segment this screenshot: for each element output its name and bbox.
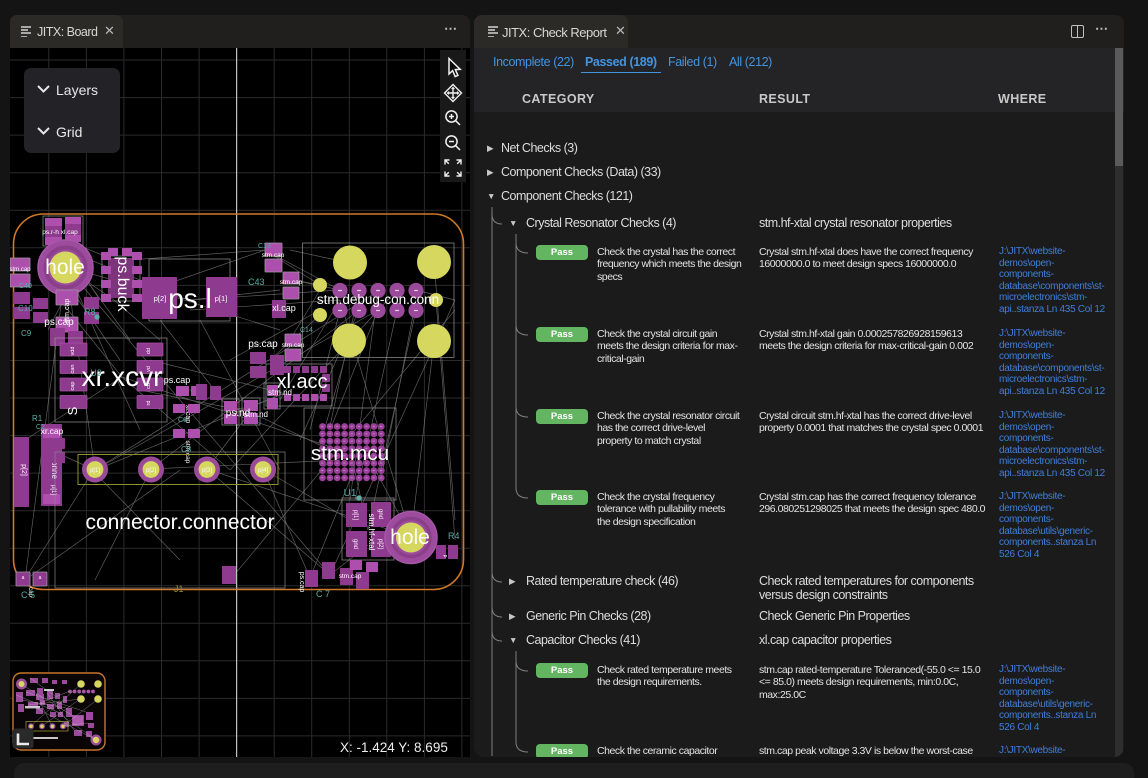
svg-text:p[2]: p[2] (146, 468, 156, 474)
svg-text:stm.nd: stm.nd (244, 410, 268, 419)
svg-text:ps.cap: ps.cap (298, 572, 305, 593)
svg-text:stm.cap: stm.cap (280, 279, 303, 286)
svg-text:ps.l: ps.l (168, 283, 212, 314)
svg-text:stm.mcu: stm.mcu (311, 442, 389, 465)
svg-text:p[2]: p[2] (377, 539, 383, 549)
svg-text:hole: hole (390, 526, 430, 549)
svg-text:C14: C14 (300, 327, 313, 334)
svg-text:stm.cap: stm.cap (262, 252, 285, 259)
svg-text:C9: C9 (21, 329, 32, 338)
svg-text:vdd: vdd (70, 347, 76, 356)
svg-text:C6: C6 (178, 417, 187, 424)
svg-text:C 7: C 7 (316, 589, 330, 599)
svg-text:stm.nd: stm.nd (268, 388, 292, 397)
svg-text:xl.cap: xl.cap (272, 303, 296, 313)
svg-text:R4: R4 (448, 531, 460, 541)
svg-text:can: can (70, 365, 76, 374)
svg-text:p[1]: p[1] (215, 294, 228, 303)
svg-text:ps.buck: ps.buck (114, 256, 131, 312)
svg-text:stm.cap: stm.cap (339, 573, 362, 580)
svg-text:p[1]: p[1] (352, 510, 358, 520)
svg-text:ps.cap: ps.cap (44, 317, 74, 328)
svg-text:R1: R1 (32, 414, 43, 423)
svg-text:X: -1.424 Y: 8.695: X: -1.424 Y: 8.695 (340, 740, 448, 755)
svg-text:U1: U1 (344, 488, 357, 499)
svg-text:stm.cap: stm.cap (10, 267, 31, 273)
svg-text:p[2]: p[2] (154, 294, 167, 303)
svg-text:stm.debug-con.conn: stm.debug-con.conn (317, 292, 439, 307)
svg-text:C10: C10 (18, 304, 33, 313)
svg-text:ps.r-h xl.cap: ps.r-h xl.cap (42, 229, 78, 236)
svg-text:Grid: Grid (56, 124, 82, 140)
svg-text:C 5: C 5 (21, 590, 35, 600)
svg-text:ps.cap: ps.cap (164, 375, 191, 385)
svg-text:C13: C13 (258, 243, 271, 250)
svg-text:rd: rd (146, 401, 152, 406)
svg-text:cap: cap (70, 382, 76, 391)
svg-text:a: a (22, 575, 25, 581)
svg-text:connector.connector: connector.connector (85, 511, 274, 534)
svg-text:C40: C40 (19, 283, 32, 290)
svg-text:gnd: gnd (377, 509, 383, 519)
svg-text:Layers: Layers (56, 82, 98, 98)
svg-text:U2: U2 (90, 368, 102, 378)
svg-text:gnd: gnd (352, 539, 358, 549)
svg-text:p[1]: p[1] (90, 468, 100, 474)
svg-text:ps.cap: ps.cap (248, 339, 278, 350)
svg-text:C2: C2 (36, 424, 45, 431)
svg-text:p[2]: p[2] (20, 464, 27, 476)
svg-text:p: p (442, 555, 448, 558)
svg-text:S: S (65, 406, 80, 415)
svg-text:R8: R8 (84, 307, 96, 317)
svg-text:stm.cap: stm.cap (282, 342, 305, 349)
svg-text:J1: J1 (174, 584, 184, 594)
svg-text:p[3]: p[3] (202, 468, 212, 474)
svg-text:C8: C8 (181, 445, 192, 454)
svg-text:p[4]: p[4] (258, 468, 268, 474)
svg-text:hole: hole (45, 256, 85, 279)
svg-text:C43: C43 (248, 277, 265, 287)
svg-text:a: a (39, 575, 42, 581)
svg-text:stm.hf-xtal: stm.hf-xtal (367, 514, 376, 551)
svg-text:dd: dd (146, 348, 152, 354)
